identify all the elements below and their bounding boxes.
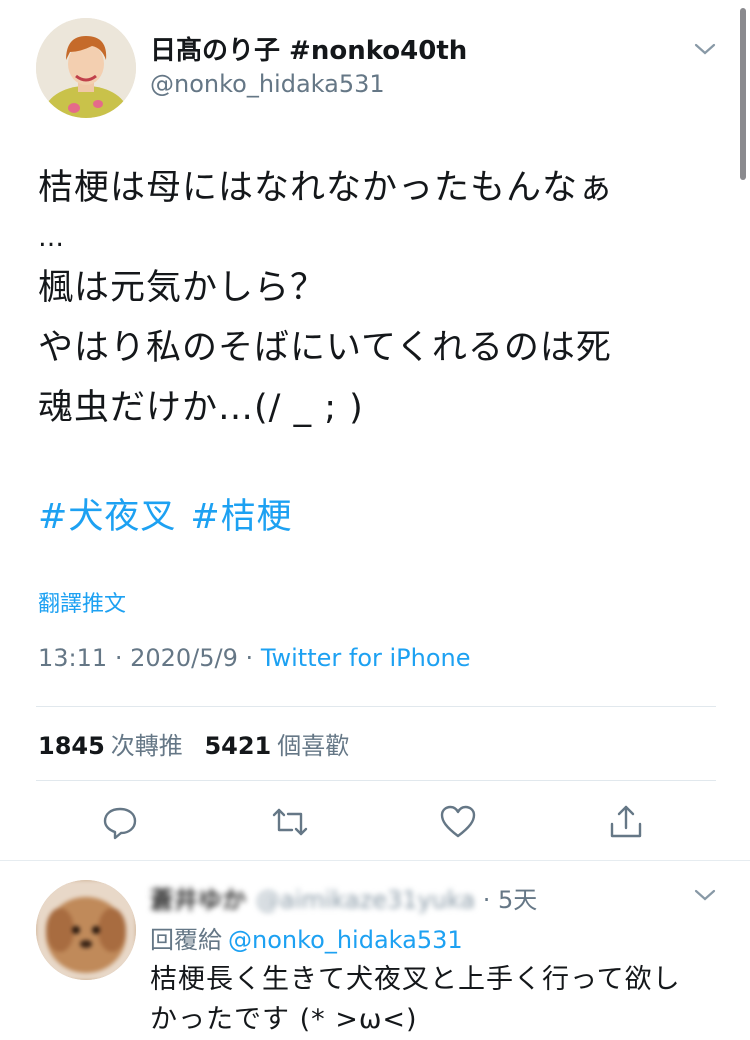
hashtag-link[interactable]: #桔梗 xyxy=(190,497,292,537)
like-count: 5421 xyxy=(204,732,272,760)
tweet-line: 桔梗は母にはなれなかったもんなぁ xyxy=(38,168,615,208)
share-icon[interactable] xyxy=(606,802,646,842)
retweet-label: 次轉推 xyxy=(110,732,183,760)
reply-icon[interactable] xyxy=(100,802,140,842)
scrollbar[interactable] xyxy=(740,8,746,180)
reply-author-avatar[interactable] xyxy=(36,880,136,980)
retweet-count: 1845 xyxy=(38,732,105,760)
tweet-line: … xyxy=(38,223,65,253)
tweet-date: 2020/5/9 xyxy=(130,644,238,672)
tweet-line: 楓は元気かしら？ xyxy=(38,268,327,308)
reply-text-line: かったです (* >ω<) xyxy=(150,1004,418,1035)
meta-separator: · xyxy=(245,644,254,672)
divider xyxy=(36,780,716,781)
retweet-stat[interactable]: 1845 次轉推 xyxy=(38,732,183,760)
reply-author-handle[interactable]: @aimikaze31yuka xyxy=(256,886,475,914)
reply-text: 桔梗長く生きて犬夜叉と上手く行って欲し かったです (* >ω<) xyxy=(150,960,730,1040)
retweet-icon[interactable] xyxy=(270,802,310,842)
reply-time: 5天 xyxy=(498,886,538,914)
like-label: 個喜歡 xyxy=(277,732,350,760)
tweet-text: 桔梗は母にはなれなかったもんなぁ … 楓は元気かしら？ やはり私のそばにいてくれ… xyxy=(38,158,718,438)
tweet-stats: 1845 次轉推 5421 個喜歡 xyxy=(38,726,349,761)
tweet-time: 13:11 xyxy=(38,644,108,672)
replying-label: 回覆給 xyxy=(150,926,222,954)
divider xyxy=(36,706,716,707)
replying-to: 回覆給 @nonko_hidaka531 xyxy=(150,920,463,955)
author-handle[interactable]: @nonko_hidaka531 xyxy=(150,70,385,98)
author-avatar[interactable] xyxy=(36,18,136,118)
tweet-source-link[interactable]: Twitter for iPhone xyxy=(261,644,471,672)
tweet-line: やはり私のそばにいてくれるのは死 xyxy=(38,328,612,368)
hashtags: #犬夜叉 #桔梗 xyxy=(38,488,307,539)
chevron-down-icon[interactable] xyxy=(692,886,718,904)
chevron-down-icon[interactable] xyxy=(692,40,718,58)
tweet-meta: 13:11 · 2020/5/9 · Twitter for iPhone xyxy=(38,644,471,672)
action-bar xyxy=(0,800,750,844)
hashtag-link[interactable]: #犬夜叉 xyxy=(38,497,176,537)
meta-separator: · xyxy=(114,644,123,672)
replying-mention-link[interactable]: @nonko_hidaka531 xyxy=(228,926,463,954)
tweet-line: 魂虫だけか…(/ _ ; ) xyxy=(38,388,364,428)
translate-tweet-link[interactable]: 翻譯推文 xyxy=(38,586,126,618)
reply-author-name[interactable]: 蒼井ゆか xyxy=(150,880,246,915)
divider xyxy=(0,860,750,861)
reply-separator: · xyxy=(482,886,491,914)
like-icon[interactable] xyxy=(438,802,478,842)
like-stat[interactable]: 5421 個喜歡 xyxy=(204,732,349,760)
reply-author-line: 蒼井ゆか @aimikaze31yuka · 5天 xyxy=(150,880,537,915)
reply-text-line: 桔梗長く生きて犬夜叉と上手く行って欲し xyxy=(150,964,681,995)
author-name[interactable]: 日髙のり子 #nonko40th xyxy=(150,30,467,67)
